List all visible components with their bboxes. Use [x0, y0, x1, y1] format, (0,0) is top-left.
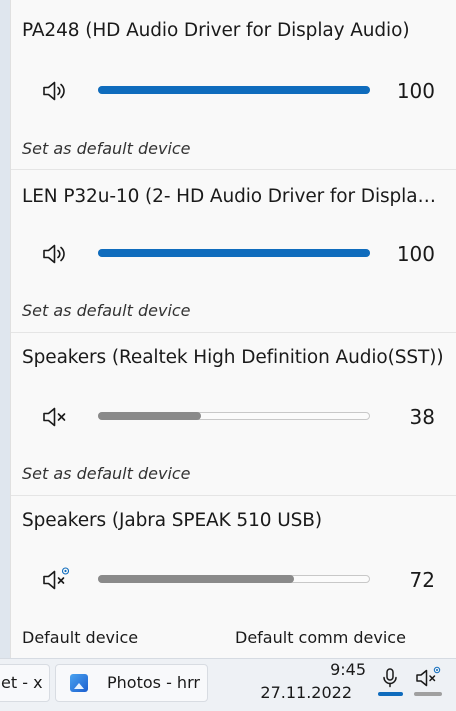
speaker-icon[interactable]: [41, 77, 69, 105]
slider-fill: [98, 575, 294, 583]
volume-slider[interactable]: [98, 574, 370, 584]
volume-value: 100: [396, 79, 435, 103]
volume-slider[interactable]: [98, 411, 370, 421]
clock-date[interactable]: 27.11.2022: [252, 683, 352, 702]
screen: PA248 (HD Audio Driver for Display Audio…: [0, 0, 456, 711]
speaker-icon[interactable]: [41, 240, 69, 268]
device-item: Speakers (Jabra SPEAK 510 USB) 72 Defaul…: [11, 496, 456, 658]
speaker-muted-comm-icon[interactable]: [415, 665, 441, 691]
slider-fill: [98, 86, 370, 94]
device-item: LEN P32u-10 (2- HD Audio Driver for Disp…: [11, 170, 456, 333]
speaker-muted-comm-icon[interactable]: [41, 566, 69, 594]
taskbar-app-button[interactable]: et - x: [0, 664, 50, 702]
speaker-active-indicator: [414, 692, 442, 696]
taskbar-app-label: Photos - hrr: [107, 673, 200, 692]
device-name: PA248 (HD Audio Driver for Display Audio…: [22, 20, 410, 41]
clock-time[interactable]: 9:45: [296, 660, 366, 679]
volume-value: 100: [396, 242, 435, 266]
device-item: PA248 (HD Audio Driver for Display Audio…: [11, 0, 456, 170]
volume-value: 72: [409, 568, 435, 592]
audio-devices-flyout: PA248 (HD Audio Driver for Display Audio…: [10, 0, 456, 658]
device-name: Speakers (Jabra SPEAK 510 USB): [22, 510, 322, 531]
speaker-muted-icon[interactable]: [41, 403, 69, 431]
default-device-label: Default device: [22, 628, 139, 647]
taskbar: et - x Photos - hrr 9:45 27.11.2022: [0, 658, 456, 711]
slider-fill: [98, 249, 370, 257]
microphone-icon[interactable]: [377, 665, 403, 691]
volume-value: 38: [409, 405, 435, 429]
set-default-link[interactable]: Set as default device: [22, 301, 191, 320]
device-name: Speakers (Realtek High Definition Audio(…: [22, 347, 444, 368]
set-default-link[interactable]: Set as default device: [22, 464, 191, 483]
taskbar-photos-button[interactable]: Photos - hrr: [55, 664, 208, 702]
volume-slider[interactable]: [98, 85, 370, 95]
slider-fill: [98, 412, 202, 420]
default-comm-device-label: Default comm device: [235, 628, 406, 647]
mic-active-indicator: [378, 692, 403, 696]
device-item: Speakers (Realtek High Definition Audio(…: [11, 333, 456, 496]
device-name: LEN P32u-10 (2- HD Audio Driver for Disp…: [22, 186, 436, 207]
taskbar-app-label: et - x: [1, 673, 43, 692]
volume-slider[interactable]: [98, 248, 370, 258]
set-default-link[interactable]: Set as default device: [22, 139, 191, 158]
photos-icon: [70, 674, 88, 692]
